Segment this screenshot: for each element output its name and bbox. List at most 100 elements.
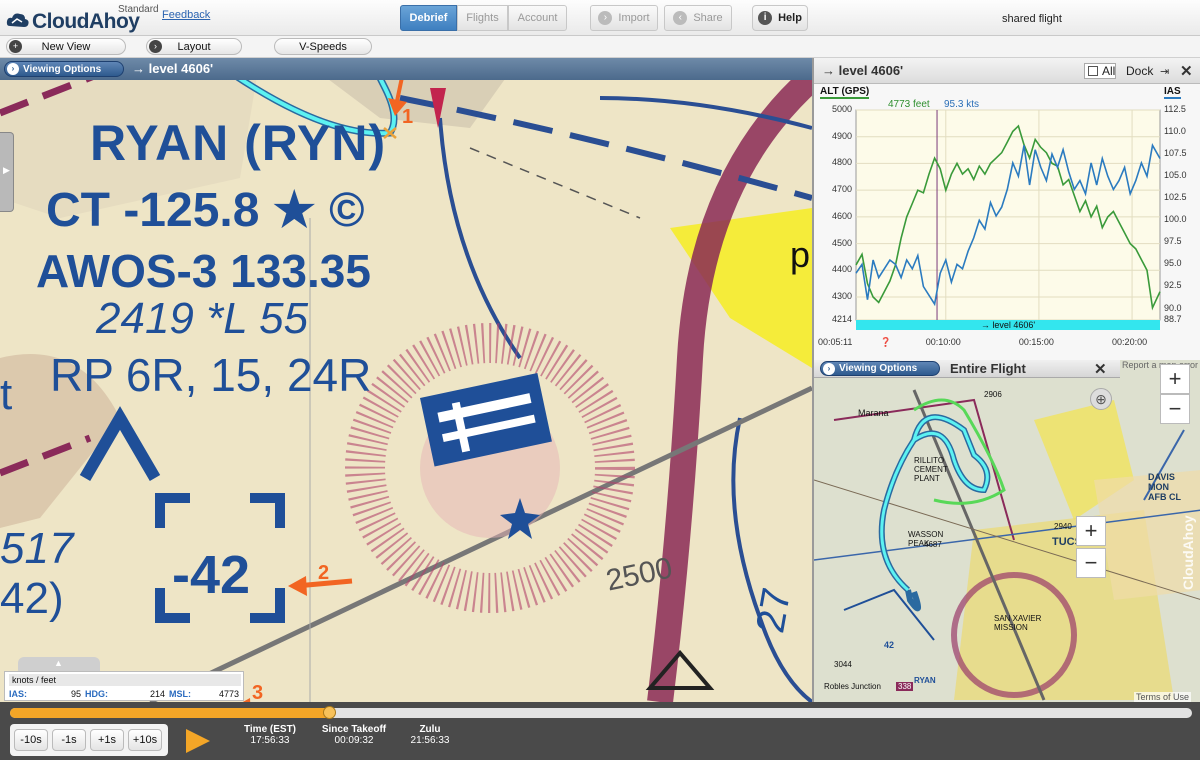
- y-left-tick-label: 4800: [831, 157, 852, 168]
- chart-fragment-42: 42): [0, 574, 64, 623]
- close-icon[interactable]: ✕: [1180, 62, 1193, 80]
- main-zoom-out-button[interactable]: −: [1160, 394, 1190, 424]
- play-icon[interactable]: [186, 729, 210, 753]
- y-right-tick-label: 100.0: [1164, 214, 1187, 225]
- time-est-value: 17:56:33: [250, 735, 290, 746]
- left-panel-toggle[interactable]: ▶: [0, 132, 14, 212]
- annotation-2: 2: [318, 562, 330, 584]
- vspeeds-button[interactable]: V-Speeds: [274, 38, 372, 55]
- hdg-label: HDG:: [85, 689, 108, 699]
- viewing-options-button[interactable]: › Viewing Options: [4, 61, 124, 77]
- tab-debrief[interactable]: Debrief: [400, 5, 457, 31]
- x-tick-label: 00:10:00: [925, 337, 961, 347]
- import-icon: ›: [598, 11, 613, 25]
- help-button[interactable]: i Help: [752, 5, 808, 31]
- time-est-label: Time (EST): [243, 724, 297, 735]
- overview-label-marana: Marana: [858, 408, 889, 418]
- viewing-options-label: Viewing Options: [23, 63, 102, 75]
- feedback-link[interactable]: Feedback: [162, 9, 210, 21]
- chart-fragment-p: p: [790, 234, 811, 275]
- chevron-right-icon: ▶: [3, 165, 10, 175]
- all-checkbox[interactable]: All: [1084, 63, 1116, 79]
- mef-value-label: -42: [172, 545, 251, 605]
- overview-label-davis: DAVIS MON AFB CL: [1148, 472, 1181, 502]
- y-left-tick-label: 4600: [831, 210, 852, 221]
- ias-value: 95: [70, 689, 81, 699]
- overview-label-2906: 2906: [984, 390, 1002, 399]
- y-left-tick-label: 4500: [831, 237, 852, 248]
- y-right-tick-label: 110.0: [1164, 126, 1186, 137]
- time-est-readout: Time (EST) 17:56:33: [230, 724, 310, 746]
- timeline-scrubber-handle[interactable]: [323, 706, 337, 719]
- plus-icon: +: [9, 40, 22, 53]
- hdg-value: 214: [149, 689, 165, 699]
- dock-button[interactable]: Dock: [1126, 64, 1153, 78]
- overview-map[interactable]: Marana RILLITO CEMENT PLANT DAVIS MON AF…: [812, 360, 1200, 702]
- overview-viewing-options-button[interactable]: › Viewing Options: [820, 361, 940, 376]
- graph-panel: → level 4606' All Dock ⇥ ✕ ALT (GPS) IAS…: [812, 58, 1200, 360]
- y-right-tick-label: 90.0: [1164, 302, 1182, 313]
- step-buttons: -10s -1s +1s +10s: [10, 724, 168, 756]
- help-label: Help: [778, 12, 802, 24]
- share-button[interactable]: ‹ Share: [664, 5, 732, 31]
- airport-name-label: RYAN (RYN): [90, 115, 387, 171]
- y-left-tick-label: 4900: [831, 130, 852, 141]
- overview-label-338: 338: [896, 682, 914, 691]
- app-header: CloudAhoy Standard Feedback Debrief Flig…: [0, 0, 1200, 36]
- y-right-tick-label: 92.5: [1164, 280, 1182, 291]
- chevron-up-icon: ▲: [54, 658, 63, 668]
- import-button[interactable]: › Import: [590, 5, 658, 31]
- dock-icon[interactable]: ⇥: [1160, 65, 1169, 78]
- msl-value: 4773: [218, 689, 239, 699]
- y-right-tick-label: 112.5: [1164, 104, 1186, 114]
- step-forward-10s-button[interactable]: +10s: [128, 729, 162, 751]
- layout-label: Layout: [177, 40, 211, 53]
- overview-label-4687: 4687: [924, 540, 942, 549]
- layout-button[interactable]: › Layout: [146, 38, 242, 55]
- close-icon[interactable]: ✕: [1094, 360, 1107, 378]
- tab-flights[interactable]: Flights: [457, 5, 508, 31]
- import-label: Import: [618, 12, 650, 24]
- since-takeoff-readout: Since Takeoff 00:09:32: [314, 724, 394, 746]
- readout-collapse-toggle[interactable]: ▲: [18, 657, 100, 671]
- overview-label-2940: 2940: [1054, 522, 1072, 531]
- tab-account[interactable]: Account: [508, 5, 567, 31]
- chevron-right-icon: ›: [7, 63, 19, 75]
- view-toolbar: + New View › Layout V-Speeds: [0, 36, 1200, 58]
- y-left-tick-label: 5000: [831, 104, 852, 114]
- terms-of-use-link[interactable]: Terms of Use: [1134, 692, 1192, 702]
- new-view-button[interactable]: + New View: [6, 38, 126, 55]
- cloudahoy-watermark: CloudAhoy: [1180, 515, 1196, 590]
- cloud-logo-icon: [6, 13, 29, 27]
- locate-icon[interactable]: ⊕: [1090, 388, 1112, 410]
- since-takeoff-value: 00:09:32: [334, 735, 374, 746]
- timeline-track[interactable]: [10, 706, 1192, 719]
- awos-frequency-label: AWOS-3 133.35: [36, 245, 371, 297]
- chart-fragment-517: 517: [0, 524, 74, 573]
- step-forward-1s-button[interactable]: +1s: [90, 729, 124, 751]
- runway-27-label: 27: [748, 584, 800, 637]
- checkbox-icon: [1088, 66, 1098, 76]
- chart-fragment-t: t: [0, 370, 13, 419]
- graph-title: → level 4606': [822, 63, 904, 78]
- cloudahoy-logo[interactable]: CloudAhoy Standard: [4, 4, 164, 33]
- overview-label-robles: Robles Junction: [824, 682, 881, 691]
- main-zoom-in-button[interactable]: +: [1160, 364, 1190, 394]
- flight-data-readout: knots / feet IAS: 95 HDG: 214 MSL: 4773: [4, 671, 244, 701]
- share-icon: ‹: [673, 11, 688, 25]
- y-right-tick-label: 97.5: [1164, 236, 1182, 247]
- alt-ias-chart[interactable]: → level 4606': [814, 108, 1200, 348]
- timeline-progress: [10, 708, 330, 718]
- y-left-tick-label: 4400: [831, 264, 852, 275]
- y-right-tick-label: 95.0: [1164, 258, 1182, 269]
- help-icon[interactable]: ❓: [880, 337, 891, 348]
- readout-units: knots / feet: [9, 674, 241, 686]
- overview-label-3044: 3044: [834, 660, 852, 669]
- overview-zoom-in-button[interactable]: +: [1076, 516, 1106, 546]
- graph-panel-header: → level 4606' All Dock ⇥ ✕: [814, 58, 1200, 84]
- step-back-1s-button[interactable]: -1s: [52, 729, 86, 751]
- step-back-10s-button[interactable]: -10s: [14, 729, 48, 751]
- overview-zoom-out-button[interactable]: −: [1076, 548, 1106, 578]
- overview-label-rillito: RILLITO CEMENT PLANT: [914, 456, 948, 483]
- y-left-tick-label: 4300: [831, 291, 852, 302]
